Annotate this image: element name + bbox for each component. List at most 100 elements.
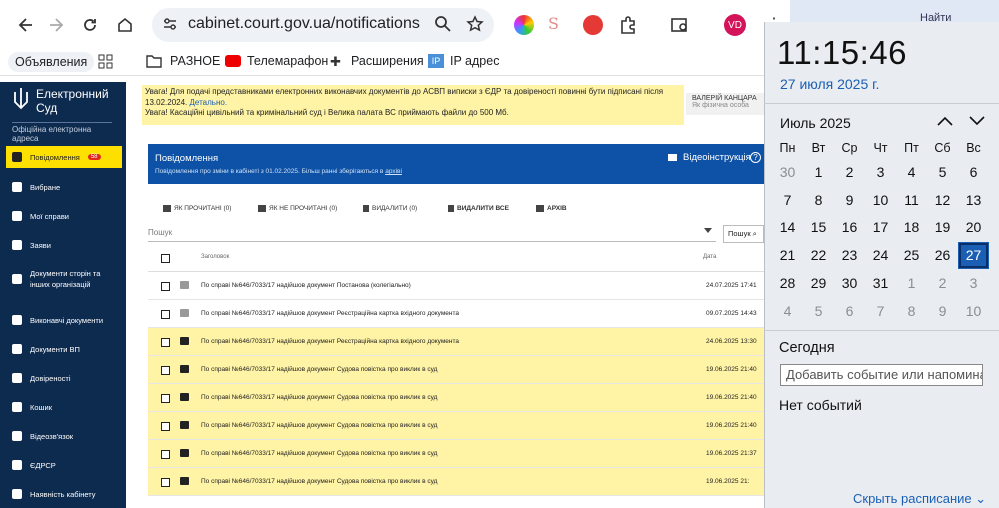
add-event-input[interactable]: Добавить событие или напоминан xyxy=(780,364,983,386)
sidebar-item[interactable]: Відеозв'язок xyxy=(6,425,122,447)
zoom-icon[interactable] xyxy=(434,15,452,33)
sidebar-item[interactable]: Заяви xyxy=(6,234,122,256)
calendar-day[interactable]: 16 xyxy=(834,214,865,241)
sidebar-item[interactable]: Документи сторін та інших організацій xyxy=(6,264,122,294)
row-title[interactable]: По справі №646/7033/17 надійшов документ… xyxy=(201,310,459,317)
site-settings-icon[interactable] xyxy=(162,16,178,32)
row-title[interactable]: По справі №646/7033/17 надійшов документ… xyxy=(201,366,437,373)
hide-agenda-button[interactable]: Скрыть расписание ⌄ xyxy=(853,491,986,507)
notice-link[interactable]: Детально. xyxy=(189,98,227,107)
calendar-day[interactable]: 2 xyxy=(927,270,958,297)
search-input[interactable]: Пошук xyxy=(148,226,716,242)
table-row[interactable]: По справі №646/7033/17 надійшов документ… xyxy=(148,412,764,440)
row-checkbox[interactable] xyxy=(161,310,170,319)
table-row[interactable]: По справі №646/7033/17 надійшов документ… xyxy=(148,300,764,328)
extensions-puzzle-icon[interactable] xyxy=(618,15,638,35)
calendar-day[interactable]: 17 xyxy=(865,214,896,241)
calendar-day[interactable]: 19 xyxy=(927,214,958,241)
calendar-day[interactable]: 29 xyxy=(803,270,834,297)
calendar-day[interactable]: 9 xyxy=(927,298,958,325)
calendar-day[interactable]: 6 xyxy=(834,298,865,325)
sidebar-item[interactable]: Виконавчі документи xyxy=(6,309,122,331)
row-checkbox[interactable] xyxy=(161,366,170,375)
calendar-day[interactable]: 3 xyxy=(865,159,896,186)
row-checkbox[interactable] xyxy=(161,282,170,291)
filter-dropdown-icon[interactable] xyxy=(704,228,712,233)
video-instruction-link[interactable]: Відеоінструкція xyxy=(683,152,751,163)
calendar-day[interactable]: 27 xyxy=(958,242,989,269)
calendar-day[interactable]: 5 xyxy=(803,298,834,325)
sidebar-item[interactable]: Вибране xyxy=(6,176,122,198)
calendar-day[interactable]: 2 xyxy=(834,159,865,186)
sidebar-item[interactable]: Наявність кабінету xyxy=(6,483,122,505)
select-all-checkbox[interactable] xyxy=(161,254,170,263)
calendar-day[interactable]: 4 xyxy=(772,298,803,325)
bookmark-ads[interactable]: Объявления xyxy=(8,52,95,72)
row-title[interactable]: По справі №646/7033/17 надійшов документ… xyxy=(201,394,437,401)
calendar-day[interactable]: 23 xyxy=(834,242,865,269)
help-icon[interactable]: ? xyxy=(750,152,761,163)
calendar-day[interactable]: 8 xyxy=(896,298,927,325)
s-extension-icon[interactable]: S xyxy=(548,14,559,33)
row-title[interactable]: По справі №646/7033/17 надійшов документ… xyxy=(201,422,437,429)
search-button[interactable]: Пошук ⌕ xyxy=(723,225,764,243)
calendar-day[interactable]: 26 xyxy=(927,242,958,269)
calendar-day[interactable]: 1 xyxy=(803,159,834,186)
calendar-day[interactable]: 7 xyxy=(772,187,803,214)
table-row[interactable]: По справі №646/7033/17 надійшов документ… xyxy=(148,356,764,384)
calendar-day[interactable]: 30 xyxy=(834,270,865,297)
archive-link[interactable]: архіві xyxy=(385,168,402,175)
table-row[interactable]: По справі №646/7033/17 надійшов документ… xyxy=(148,440,764,468)
row-checkbox[interactable] xyxy=(161,422,170,431)
bookmark-star-icon[interactable] xyxy=(466,15,484,33)
row-title[interactable]: По справі №646/7033/17 надійшов документ… xyxy=(201,478,437,485)
calendar-day[interactable]: 3 xyxy=(958,270,989,297)
calendar-month[interactable]: Июль 2025 xyxy=(780,115,851,131)
prev-month-button[interactable] xyxy=(935,111,955,131)
calendar-day[interactable]: 30 xyxy=(772,159,803,186)
reload-button[interactable] xyxy=(76,11,104,39)
table-row[interactable]: По справі №646/7033/17 надійшов документ… xyxy=(148,328,764,356)
calendar-day[interactable]: 10 xyxy=(958,298,989,325)
calendar-day[interactable]: 7 xyxy=(865,298,896,325)
calendar-day[interactable]: 12 xyxy=(927,187,958,214)
row-checkbox[interactable] xyxy=(161,338,170,347)
calendar-day[interactable]: 6 xyxy=(958,159,989,186)
apps-grid-icon[interactable] xyxy=(98,54,114,70)
calendar-day[interactable]: 25 xyxy=(896,242,927,269)
row-checkbox[interactable] xyxy=(161,450,170,459)
home-button[interactable] xyxy=(111,11,139,39)
sidebar-item[interactable]: Повідомлення 58 xyxy=(6,146,122,168)
table-row[interactable]: По справі №646/7033/17 надійшов документ… xyxy=(148,468,764,496)
row-checkbox[interactable] xyxy=(161,394,170,403)
calendar-day[interactable]: 5 xyxy=(927,159,958,186)
sidebar-item[interactable]: ЄДРСР xyxy=(6,454,122,476)
mark-read-button[interactable]: ЯК ПРОЧИТАНІ (0) xyxy=(163,205,231,212)
sidebar-item[interactable]: Документи ВП xyxy=(6,338,122,360)
archive-button[interactable]: АРХІВ xyxy=(536,205,567,212)
row-title[interactable]: По справі №646/7033/17 надійшов документ… xyxy=(201,450,437,457)
calendar-day[interactable]: 1 xyxy=(896,270,927,297)
calendar-day[interactable]: 21 xyxy=(772,242,803,269)
sidebar-item[interactable]: Мої справи xyxy=(6,205,122,227)
row-title[interactable]: По справі №646/7033/17 надійшов документ… xyxy=(201,338,459,345)
calendar-day[interactable]: 10 xyxy=(865,187,896,214)
calendar-day[interactable]: 4 xyxy=(896,159,927,186)
delete-all-button[interactable]: ВИДАЛИТИ ВСЕ xyxy=(448,205,509,212)
color-extension-icon[interactable] xyxy=(514,15,534,35)
calendar-day[interactable]: 18 xyxy=(896,214,927,241)
calendar-day[interactable]: 8 xyxy=(803,187,834,214)
calendar-day[interactable]: 13 xyxy=(958,187,989,214)
sidebar-item[interactable]: Кошик xyxy=(6,396,122,418)
bookmark-extensions[interactable]: Расширения xyxy=(351,54,424,68)
delete-button[interactable]: ВИДАЛИТИ (0) xyxy=(363,205,417,212)
bookmark-misc[interactable]: РАЗНОЕ xyxy=(170,54,220,68)
calendar-day[interactable]: 24 xyxy=(865,242,896,269)
table-row[interactable]: По справі №646/7033/17 надійшов документ… xyxy=(148,384,764,412)
url-text[interactable]: cabinet.court.gov.ua/notifications xyxy=(188,15,420,33)
row-checkbox[interactable] xyxy=(161,478,170,487)
calendar-day[interactable]: 14 xyxy=(772,214,803,241)
calendar-day[interactable]: 9 xyxy=(834,187,865,214)
infinity-extension-icon[interactable] xyxy=(583,15,603,35)
calendar-day[interactable]: 28 xyxy=(772,270,803,297)
